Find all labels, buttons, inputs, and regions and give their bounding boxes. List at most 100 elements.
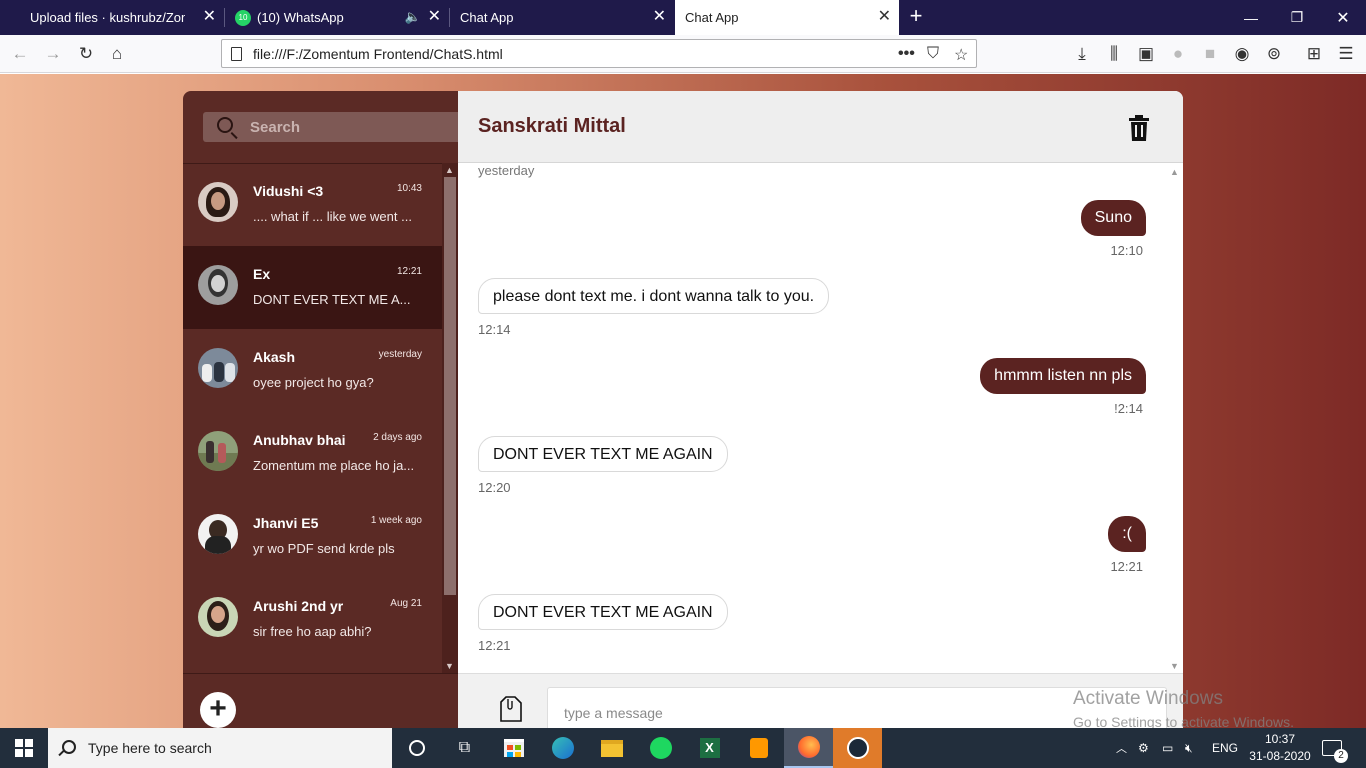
store-icon[interactable] xyxy=(489,728,538,768)
restore-icon[interactable]: ❐ xyxy=(1274,0,1320,35)
message-bubble-sent: :( xyxy=(1108,516,1146,552)
new-tab-icon[interactable]: + xyxy=(905,5,927,29)
language-indicator[interactable]: ENG xyxy=(1212,728,1238,768)
search-input[interactable] xyxy=(250,117,450,137)
sidebar-footer: + xyxy=(183,673,458,728)
edge-icon[interactable] xyxy=(538,728,587,768)
contact-name: Vidushi <3 xyxy=(253,183,324,199)
menu-icon[interactable]: ☰ xyxy=(1334,43,1358,65)
day-separator: yesterday xyxy=(478,163,535,178)
close-icon[interactable]: ✕ xyxy=(428,9,441,25)
clock[interactable]: 10:37 31-08-2020 xyxy=(1248,731,1312,765)
chat-app: Vidushi <3 10:43 .... what if ... like w… xyxy=(183,91,1183,728)
taskbar-search-placeholder: Type here to search xyxy=(88,740,212,756)
avatar xyxy=(198,348,238,388)
message-time: 12:10 xyxy=(1110,243,1143,258)
contact-preview: oyee project ho gya? xyxy=(253,375,374,390)
add-chat-button[interactable]: + xyxy=(200,692,236,728)
contact-item[interactable]: Anubhav bhai 2 days ago Zomentum me plac… xyxy=(183,412,442,495)
excel-icon[interactable]: X xyxy=(685,728,734,768)
trash-icon[interactable] xyxy=(1129,115,1149,141)
watermark-title: Activate Windows xyxy=(1073,688,1223,709)
contact-item[interactable]: Vidushi <3 10:43 .... what if ... like w… xyxy=(183,163,442,246)
pocket-icon[interactable]: ⛉ xyxy=(927,45,939,63)
bookmark-star-icon[interactable]: ☆ xyxy=(954,45,968,65)
contact-list-scrollbar[interactable]: ▲ ▼ xyxy=(442,163,458,673)
reload-icon[interactable]: ↻ xyxy=(74,43,98,65)
windows-start-icon[interactable] xyxy=(0,728,48,768)
clock-date: 31-08-2020 xyxy=(1249,749,1311,763)
tab-chat-app[interactable]: Chat App ✕ xyxy=(450,0,674,35)
spotify-icon[interactable] xyxy=(636,728,685,768)
scroll-up-icon[interactable]: ▲ xyxy=(445,165,454,175)
file-explorer-icon[interactable] xyxy=(587,728,636,768)
tab-upload-files[interactable]: Upload files · kushrubz/Zomentum ✕ xyxy=(0,0,224,35)
search-icon xyxy=(62,740,76,754)
search-icon xyxy=(217,117,233,133)
contact-item[interactable]: Arushi 2nd yr Aug 21 sir free ho aap abh… xyxy=(183,578,442,661)
message-bubble-received: please dont text me. i dont wanna talk t… xyxy=(478,278,830,314)
tab-whatsapp[interactable]: 10 (10) WhatsApp 🔈 ✕ xyxy=(225,0,449,35)
more-actions-icon[interactable]: ••• xyxy=(898,45,915,63)
steam-tray-icon[interactable]: ⚙ xyxy=(1138,728,1149,768)
close-icon[interactable]: ✕ xyxy=(878,9,891,25)
scroll-down-icon[interactable]: ▼ xyxy=(445,661,454,671)
taskbar-search[interactable]: Type here to search xyxy=(48,728,392,768)
tab-title: Chat App xyxy=(460,10,514,25)
firefox-icon[interactable] xyxy=(784,728,833,768)
battery-icon[interactable]: ▭ xyxy=(1162,728,1173,768)
contact-name: Akash xyxy=(253,349,296,365)
minimize-icon[interactable]: — xyxy=(1228,0,1274,35)
apps-grid-icon[interactable]: ⊞ xyxy=(1302,43,1326,65)
avatar xyxy=(198,265,238,305)
scrollbar-thumb[interactable] xyxy=(444,177,456,595)
chat-scrollbar[interactable]: ▲ ▼ xyxy=(1167,163,1183,673)
url-text: file:///F:/Zomentum Frontend/ChatS.html xyxy=(253,46,503,62)
message-time: 12:21 xyxy=(1110,559,1143,574)
attachment-icon[interactable] xyxy=(500,696,522,722)
sidebar-icon[interactable]: ▣ xyxy=(1134,43,1158,65)
extension-icon[interactable]: ■ xyxy=(1198,43,1222,65)
chat-header: Sanskrati Mittal xyxy=(458,91,1183,163)
contact-item[interactable]: Jhanvi E5 1 week ago yr wo PDF send krde… xyxy=(183,495,442,578)
contact-preview: DONT EVER TEXT ME A... xyxy=(253,292,411,307)
speaker-icon[interactable]: 🔈 xyxy=(405,9,421,25)
download-icon[interactable]: ⤓ xyxy=(1070,43,1094,65)
message-bubble-sent: Suno xyxy=(1080,200,1146,236)
back-icon[interactable]: ← xyxy=(8,43,32,65)
notifications-icon[interactable]: 2 xyxy=(1322,728,1348,768)
url-bar[interactable]: file:///F:/Zomentum Frontend/ChatS.html … xyxy=(221,39,977,68)
chat-panel: Sanskrati Mittal yesterday Suno 12:10 pl… xyxy=(458,91,1183,728)
volume-muted-icon[interactable]: 🔇︎ xyxy=(1185,728,1193,768)
forward-icon[interactable]: → xyxy=(41,43,65,65)
sublime-text-icon[interactable] xyxy=(734,728,783,768)
home-icon[interactable]: ⌂ xyxy=(105,43,129,65)
chat-title: Sanskrati Mittal xyxy=(478,115,626,137)
contact-name: Anubhav bhai xyxy=(253,432,346,448)
message-bubble-received: DONT EVER TEXT ME AGAIN xyxy=(478,594,728,630)
contact-name: Jhanvi E5 xyxy=(253,515,319,531)
account-icon[interactable]: ◉ xyxy=(1230,43,1254,65)
extension-icon[interactable]: ● xyxy=(1166,43,1190,65)
contact-item-active[interactable]: Ex 12:21 DONT EVER TEXT ME A... xyxy=(183,246,442,329)
cortana-icon[interactable] xyxy=(392,728,441,768)
sync-icon[interactable]: ⊚ xyxy=(1262,43,1286,65)
close-icon[interactable]: ✕ xyxy=(653,9,666,25)
chevron-up-icon[interactable]: ︿ xyxy=(1116,728,1127,768)
search-box[interactable] xyxy=(203,112,458,142)
tab-chat-app-active[interactable]: Chat App ✕ xyxy=(675,0,899,35)
avatar xyxy=(198,597,238,637)
scroll-up-icon[interactable]: ▲ xyxy=(1170,167,1179,177)
contact-item[interactable]: Akash yesterday oyee project ho gya? xyxy=(183,329,442,412)
library-icon[interactable]: ⫼ xyxy=(1102,43,1126,65)
task-view-icon[interactable]: ⧉ xyxy=(440,728,489,768)
contact-time: 1 week ago xyxy=(370,515,422,526)
close-window-icon[interactable]: ✕ xyxy=(1320,0,1366,35)
scroll-down-icon[interactable]: ▼ xyxy=(1170,661,1179,671)
close-icon[interactable]: ✕ xyxy=(203,9,216,25)
avatar xyxy=(198,514,238,554)
steam-icon[interactable] xyxy=(833,728,882,768)
contact-time: Aug 21 xyxy=(390,598,422,609)
contact-time: 2 days ago xyxy=(373,432,422,443)
contact-list: Vidushi <3 10:43 .... what if ... like w… xyxy=(183,163,442,673)
